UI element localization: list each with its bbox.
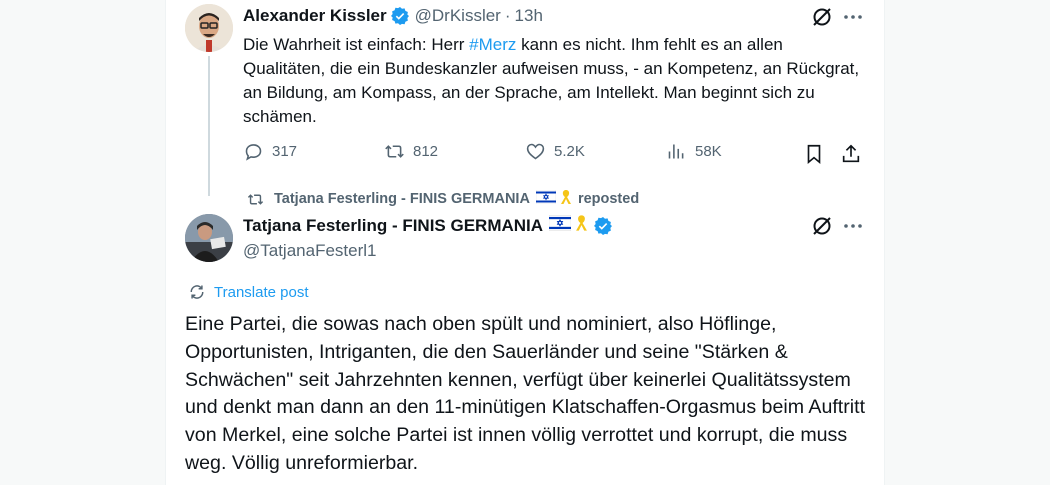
yellow-ribbon-icon: [560, 189, 572, 209]
like-icon: [526, 143, 545, 160]
reply-icon: [245, 144, 262, 161]
translate-label: Translate post: [214, 283, 309, 301]
verified-badge-icon: [390, 7, 409, 25]
repost-banner-name[interactable]: Tatjana Festerling - FINIS GERMANIA: [274, 191, 530, 207]
timeline-column: Alexander Kissler @DrKissler · 13h Die W…: [165, 0, 885, 485]
avatar-tatjana-festerling[interactable]: [185, 214, 233, 262]
hashtag-link[interactable]: #Merz: [469, 35, 516, 54]
like-count: 5.2K: [554, 143, 585, 160]
reply-button[interactable]: 317: [243, 141, 297, 162]
repost-count: 812: [413, 143, 439, 160]
repost-icon: [385, 145, 404, 158]
tweet1-handle[interactable]: @DrKissler: [415, 6, 501, 26]
views-icon: [668, 144, 684, 159]
tweet1-author-name[interactable]: Alexander Kissler: [243, 6, 387, 26]
repost-icon: [247, 193, 264, 205]
grok-icon[interactable]: [811, 6, 833, 28]
tweet1-time[interactable]: 13h: [515, 6, 543, 26]
repost-banner-label: reposted: [577, 191, 640, 207]
reply-count: 317: [272, 143, 298, 160]
translate-icon: [190, 285, 204, 299]
thread-connector-line: [208, 56, 210, 196]
translate-post-link[interactable]: Translate post: [188, 283, 309, 301]
tweet1-header: Alexander Kissler @DrKissler · 13h: [243, 6, 543, 26]
share-icon[interactable]: [840, 143, 862, 165]
tweet2-text: Eine Partei, die sowas nach oben spült u…: [185, 313, 866, 474]
tweet1-text-part: Die Wahrheit ist einfach: Herr: [243, 35, 470, 54]
tweet1-action-bar: 317 812 5.2K 58K: [243, 141, 865, 169]
more-icon[interactable]: [842, 6, 864, 28]
tweet2-author-name[interactable]: Tatjana Festerling - FINIS GERMANIA: [243, 216, 543, 236]
yellow-ribbon-icon: [575, 214, 588, 237]
avatar-alexander-kissler[interactable]: [185, 4, 233, 52]
views-count: 58K: [695, 143, 722, 160]
israel-flag-icon: [548, 215, 572, 236]
israel-flag-icon: [535, 189, 557, 208]
views-button[interactable]: 58K: [666, 141, 722, 162]
verified-badge-icon: [594, 216, 613, 235]
tweet2-handle[interactable]: @TatjanaFesterl1: [243, 241, 377, 261]
bookmark-icon[interactable]: [803, 143, 825, 165]
tweet1-text: Die Wahrheit ist einfach: Herr #Merz kan…: [243, 33, 863, 129]
repost-banner: Tatjana Festerling - FINIS GERMANIA repo…: [247, 189, 639, 209]
grok-icon[interactable]: [811, 215, 833, 237]
like-button[interactable]: 5.2K: [525, 141, 585, 162]
more-icon[interactable]: [842, 215, 864, 237]
tweet1-separator: ·: [504, 6, 511, 25]
repost-button[interactable]: 812: [384, 141, 438, 162]
tweet2-handle-row: @TatjanaFesterl1: [243, 241, 377, 261]
tweet2-header: Tatjana Festerling - FINIS GERMANIA: [243, 214, 613, 237]
